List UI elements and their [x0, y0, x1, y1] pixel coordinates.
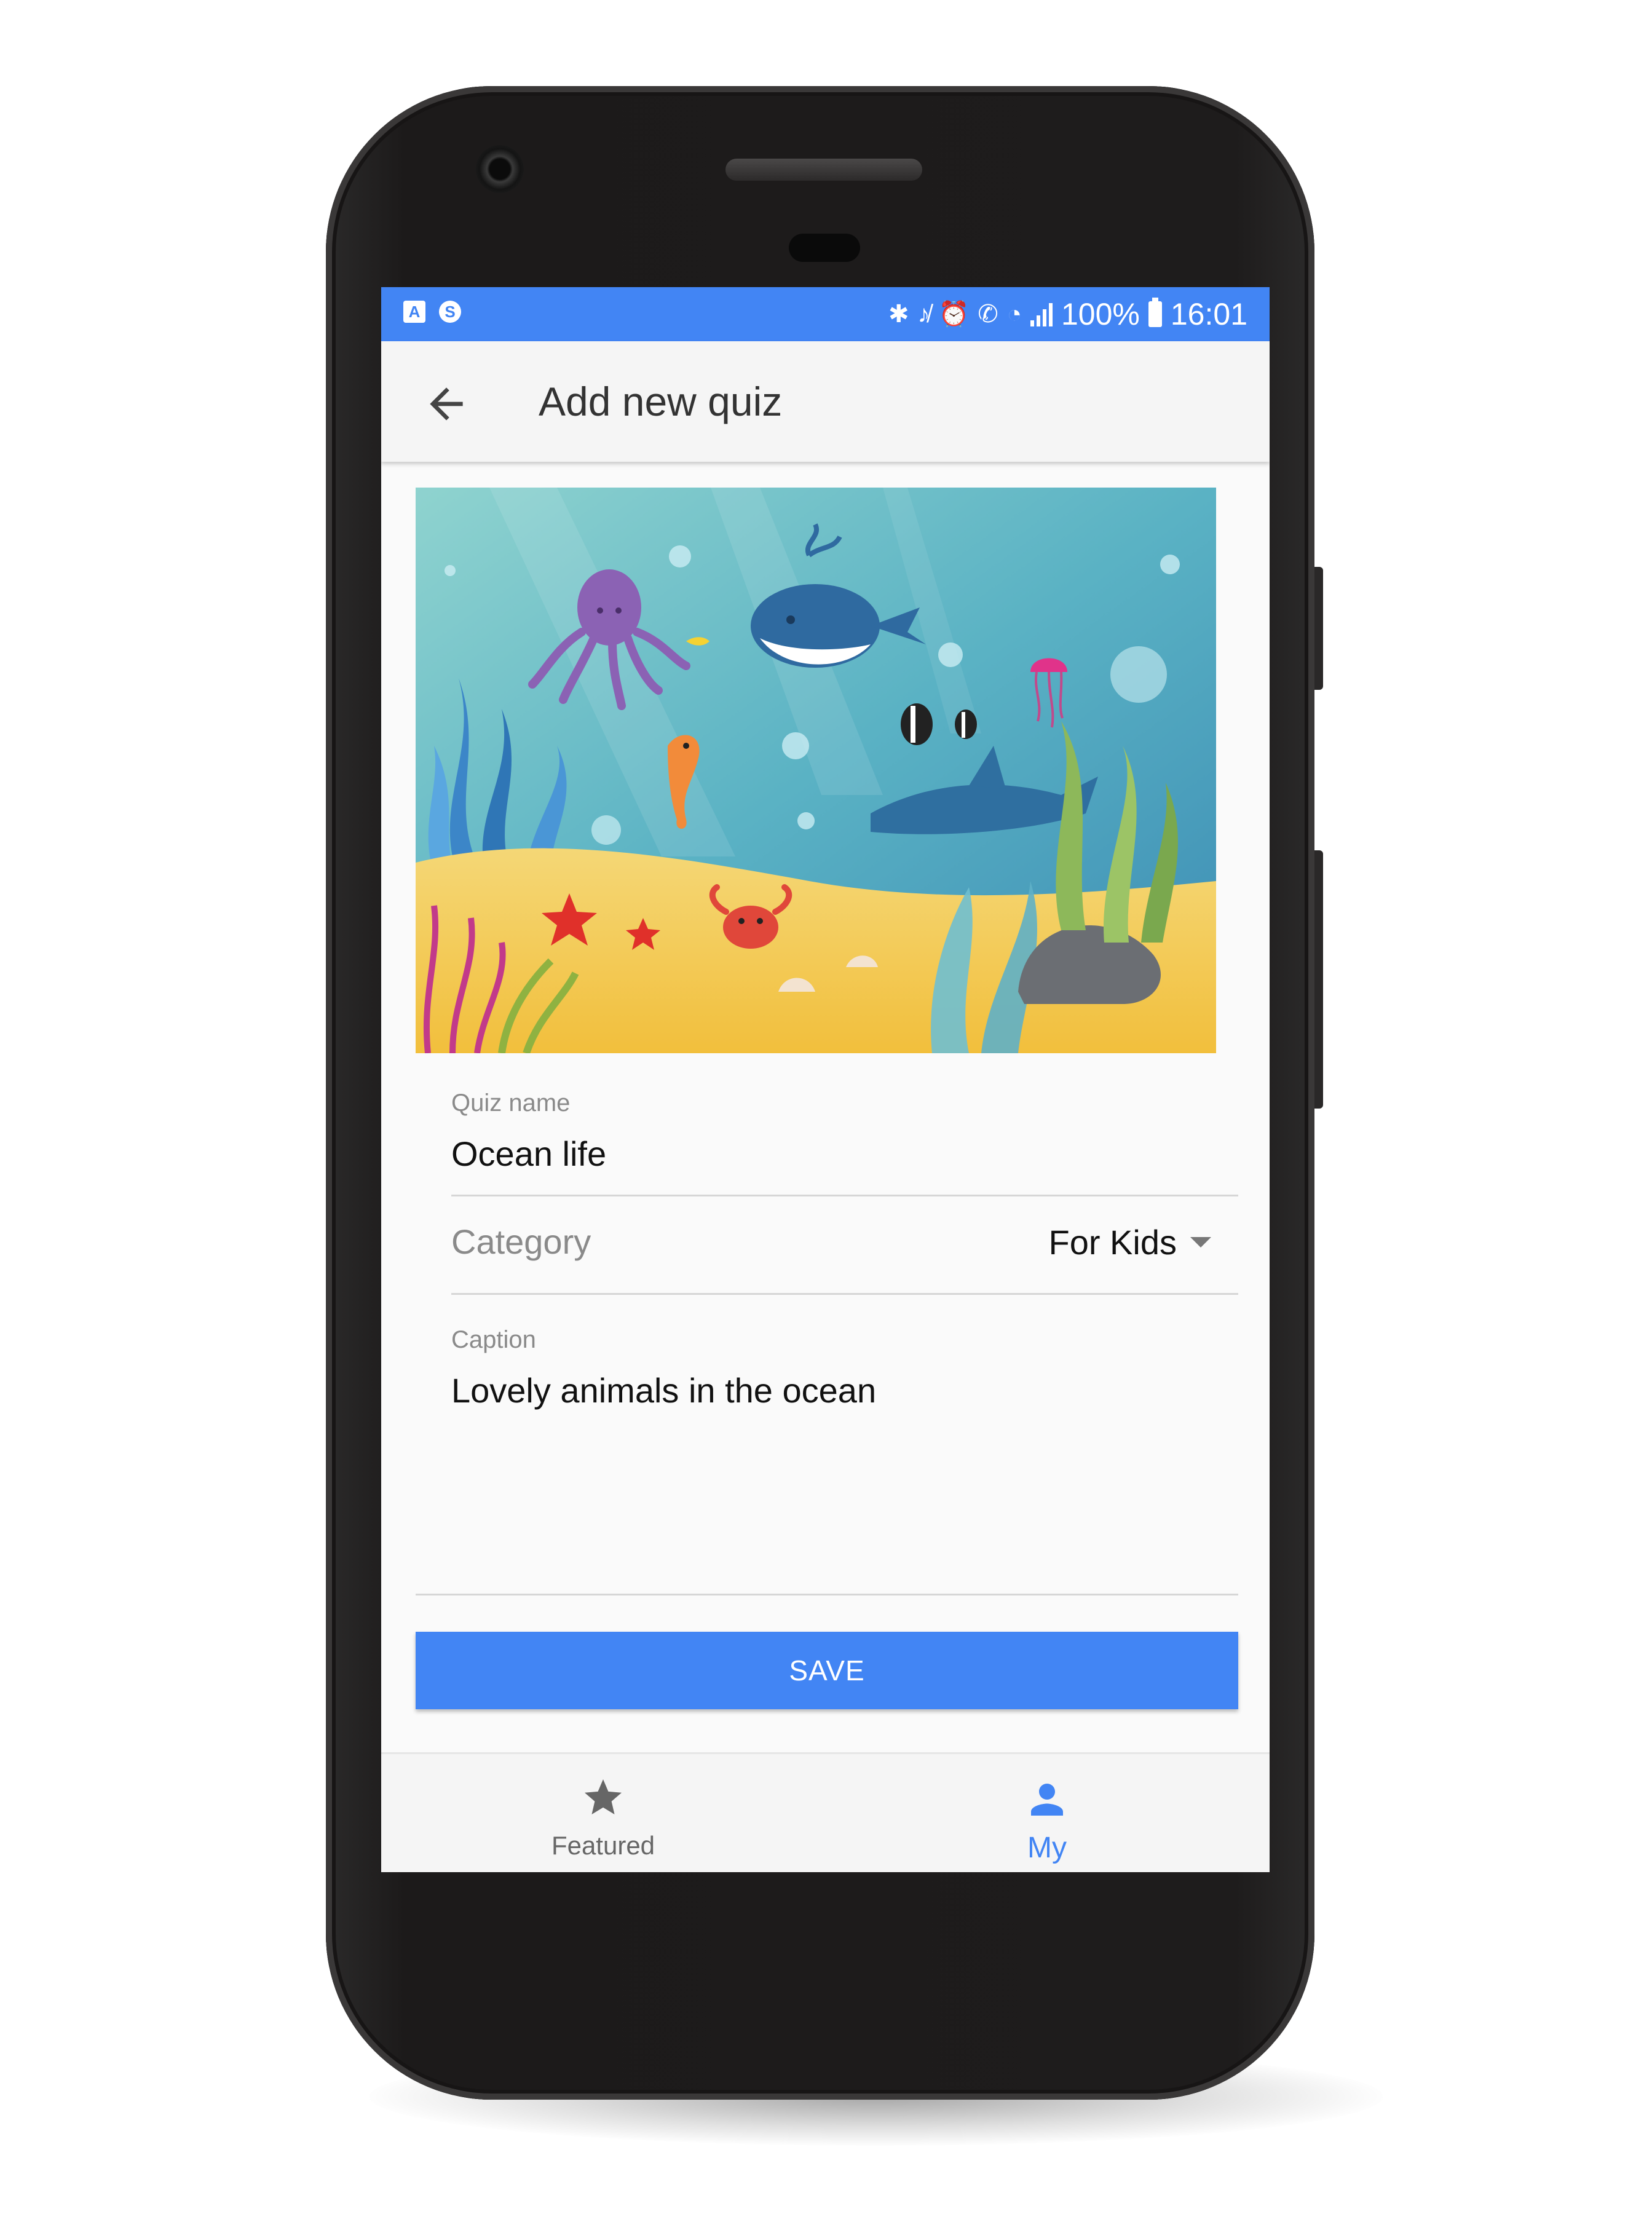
signal-icon	[1030, 302, 1053, 326]
save-button[interactable]: SAVE	[416, 1632, 1238, 1709]
quiz-name-label: Quiz name	[451, 1089, 571, 1117]
category-underline	[451, 1293, 1238, 1295]
status-left-icons: A S	[403, 301, 461, 323]
wifi-icon: ◔	[1006, 301, 1022, 328]
power-button	[1314, 567, 1323, 690]
quiz-image[interactable]	[416, 488, 1216, 1054]
nav-label-my: My	[1027, 1832, 1067, 1864]
star-icon	[581, 1776, 625, 1823]
page-title: Add new quiz	[539, 379, 783, 424]
battery-percent: 100%	[1061, 297, 1140, 331]
category-label: Category	[451, 1222, 591, 1261]
person-icon	[1023, 1776, 1071, 1827]
nav-label-featured: Featured	[551, 1831, 655, 1860]
dropdown-arrow-icon	[1190, 1236, 1211, 1247]
nav-item-featured[interactable]: Featured	[381, 1754, 825, 1872]
front-camera	[476, 145, 524, 193]
app-a-icon: A	[403, 301, 425, 323]
nav-item-my[interactable]: My	[825, 1754, 1269, 1872]
alarm-icon: ⏰	[938, 301, 970, 328]
caption-label: Caption	[451, 1326, 536, 1353]
caption-input[interactable]: Lovely animals in the ocean	[451, 1370, 876, 1410]
category-value: For Kids	[1048, 1222, 1177, 1262]
earpiece-speaker	[725, 159, 922, 181]
caption-underline	[416, 1594, 1238, 1595]
proximity-sensor	[789, 234, 860, 262]
volume-button	[1314, 850, 1323, 1109]
category-dropdown[interactable]: For Kids	[1048, 1214, 1211, 1270]
quiz-name-input[interactable]: Ocean life	[451, 1134, 606, 1174]
call-icon: ✆	[978, 301, 998, 328]
status-time: 16:01	[1170, 297, 1247, 331]
app-s-icon: S	[439, 301, 461, 323]
status-bar: A S ✱ ♪̸ ⏰ ✆ ◔ 100% 16:01	[381, 287, 1270, 341]
quiz-name-underline	[451, 1195, 1238, 1196]
app-bar: Add new quiz	[381, 341, 1270, 462]
phone-screen: A S ✱ ♪̸ ⏰ ✆ ◔ 100% 16:01 Add new quiz Q…	[381, 287, 1270, 1872]
bluetooth-icon: ✱	[888, 301, 909, 328]
mute-icon: ♪̸	[917, 301, 930, 328]
arrow-back-icon[interactable]	[422, 379, 471, 429]
status-right-icons: ✱ ♪̸ ⏰ ✆ ◔ 100% 16:01	[888, 295, 1247, 334]
battery-icon	[1148, 298, 1162, 327]
bottom-navigation: Featured My	[381, 1752, 1270, 1872]
